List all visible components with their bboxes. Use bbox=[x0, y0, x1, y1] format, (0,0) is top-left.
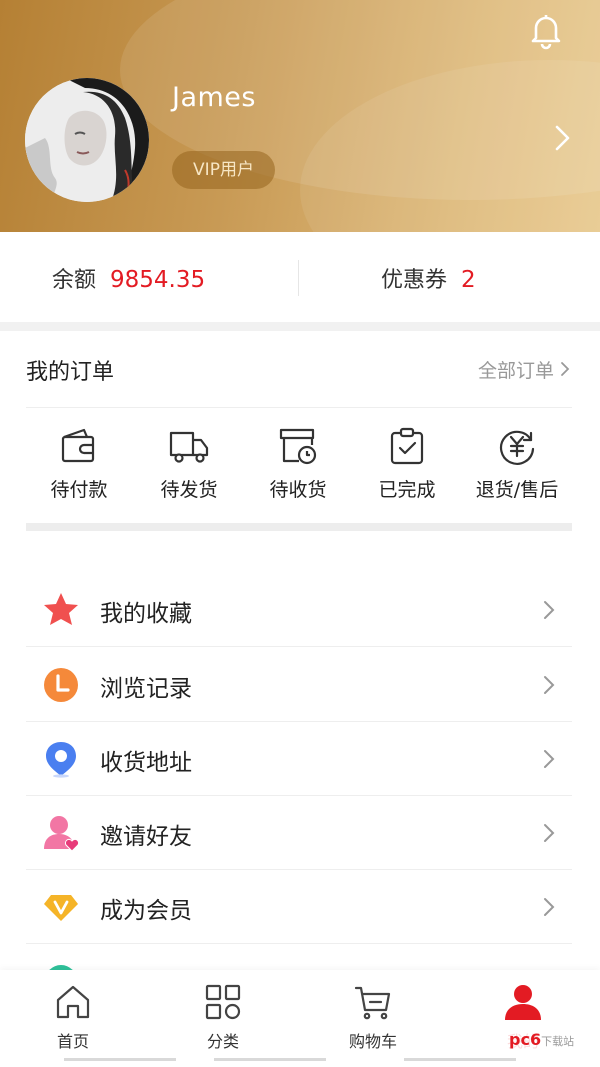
order-pending-receipt[interactable]: 待收货 bbox=[243, 425, 353, 502]
order-label: 待付款 bbox=[50, 479, 108, 501]
home-icon bbox=[56, 985, 90, 1019]
menu-item-history[interactable]: 浏览记录 bbox=[26, 648, 572, 722]
location-pin-icon bbox=[46, 742, 76, 778]
divider bbox=[26, 407, 572, 408]
order-completed[interactable]: 已完成 bbox=[352, 425, 462, 502]
menu-item-membership[interactable]: 成为会员 bbox=[26, 870, 572, 944]
vip-badge: VIP用户 bbox=[172, 151, 275, 189]
nav-label: 分类 bbox=[206, 1032, 239, 1051]
order-label: 待收货 bbox=[269, 479, 327, 501]
user-heart-icon bbox=[44, 816, 80, 852]
clock-icon bbox=[44, 668, 78, 702]
balance-item[interactable]: 余额 9854.35 bbox=[52, 262, 205, 294]
nav-home[interactable]: 首页 bbox=[18, 982, 128, 1052]
menu-item-favorites[interactable]: 我的收藏 bbox=[26, 573, 572, 647]
balance-label: 余额 bbox=[52, 268, 97, 293]
truck-icon bbox=[169, 431, 209, 463]
username: James bbox=[172, 82, 256, 113]
box-clock-icon bbox=[279, 428, 317, 465]
watermark-sub: 下载站 bbox=[541, 1035, 575, 1048]
vip-diamond-icon bbox=[44, 895, 78, 921]
order-refund[interactable]: 退货/售后 bbox=[462, 425, 572, 502]
profile-header: James VIP用户 bbox=[0, 0, 600, 232]
menu-label: 收货地址 bbox=[100, 750, 192, 776]
nav-indicator bbox=[64, 1058, 176, 1061]
section-separator bbox=[0, 322, 600, 331]
chevron-right-icon bbox=[560, 360, 570, 382]
menu-item-invite[interactable]: 邀请好友 bbox=[26, 796, 572, 870]
bottom-nav: 首页 分类 购物车 我的 bbox=[0, 970, 600, 1067]
order-label: 待发货 bbox=[160, 479, 218, 501]
chevron-right-icon bbox=[544, 824, 555, 842]
nav-indicator bbox=[404, 1058, 516, 1061]
star-icon bbox=[44, 593, 78, 625]
nav-label: 首页 bbox=[56, 1032, 89, 1051]
nav-category[interactable]: 分类 bbox=[168, 982, 278, 1052]
menu-label: 邀请好友 bbox=[100, 824, 192, 850]
watermark: pc6下载站 bbox=[505, 1030, 579, 1049]
balance-value: 9854.35 bbox=[110, 267, 206, 293]
chevron-right-icon bbox=[544, 676, 555, 694]
order-pending-payment[interactable]: 待付款 bbox=[24, 425, 134, 502]
yen-refund-icon bbox=[499, 430, 535, 465]
chevron-right-icon bbox=[544, 601, 555, 619]
order-label: 已完成 bbox=[378, 479, 436, 501]
nav-label: 购物车 bbox=[348, 1032, 397, 1051]
watermark-text: pc6 bbox=[509, 1030, 542, 1049]
bell-icon[interactable] bbox=[524, 8, 568, 52]
order-pending-shipment[interactable]: 待发货 bbox=[134, 425, 244, 502]
menu-label: 成为会员 bbox=[100, 898, 192, 924]
chevron-right-icon bbox=[544, 750, 555, 768]
chevron-right-icon bbox=[544, 898, 555, 916]
orders-title: 我的订单 bbox=[26, 360, 115, 385]
nav-indicator bbox=[214, 1058, 326, 1061]
chevron-right-icon[interactable] bbox=[550, 123, 574, 153]
balance-row: 余额 9854.35 优惠券 2 bbox=[0, 232, 600, 322]
menu-item-address[interactable]: 收货地址 bbox=[26, 722, 572, 796]
coupon-label: 优惠券 bbox=[381, 268, 448, 293]
nav-cart[interactable]: 购物车 bbox=[318, 982, 428, 1052]
user-icon bbox=[505, 985, 541, 1020]
all-orders-link[interactable]: 全部订单 bbox=[478, 356, 570, 383]
clipboard-check-icon bbox=[390, 427, 424, 465]
order-label: 退货/售后 bbox=[475, 479, 559, 501]
menu-label: 我的收藏 bbox=[100, 601, 192, 627]
coupon-item[interactable]: 优惠券 2 bbox=[381, 262, 476, 294]
menu-label: 浏览记录 bbox=[100, 676, 192, 702]
wallet-icon bbox=[61, 428, 95, 463]
avatar[interactable] bbox=[25, 78, 149, 202]
divider bbox=[298, 260, 299, 296]
category-icon bbox=[205, 984, 241, 1020]
all-orders-label: 全部订单 bbox=[477, 360, 554, 382]
coupon-value: 2 bbox=[461, 267, 476, 293]
cart-icon bbox=[354, 986, 391, 1020]
section-separator bbox=[26, 523, 572, 531]
